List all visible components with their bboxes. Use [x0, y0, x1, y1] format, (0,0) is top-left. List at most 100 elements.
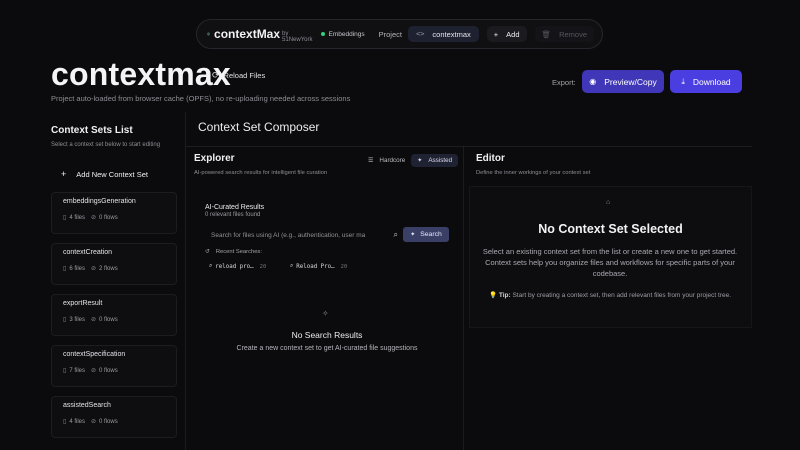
plus-icon: + — [61, 169, 67, 179]
recent-search-item[interactable]: ⌕ reload pro… 20 — [209, 263, 266, 270]
context-set-item[interactable]: exportResult ▯ 3 files ⊘ 0 flows — [51, 294, 177, 336]
flow-count: 2 flows — [99, 265, 118, 272]
editor-subtitle: Define the inner workings of your contex… — [476, 170, 591, 176]
flow-link-icon: ⊘ — [91, 215, 97, 221]
download-label: Download — [692, 76, 731, 87]
flow-link-icon: ⊘ — [91, 317, 97, 323]
remove-label: Remove — [559, 29, 587, 39]
explorer-title: Explorer — [194, 153, 235, 164]
page-subtitle: Project auto-loaded from browser cache (… — [51, 94, 351, 103]
mode-hardcore-button[interactable]: ☰ Hardcore — [362, 154, 411, 167]
context-set-meta: ▯ 7 files ⊘ 0 flows — [63, 367, 118, 375]
editor-title: Editor — [476, 153, 505, 164]
context-set-item[interactable]: contextSpecification ▯ 7 files ⊘ 0 flows — [51, 345, 177, 387]
sparkle-icon: ✦ — [417, 158, 423, 164]
code-icon: <> — [415, 30, 425, 38]
recent-count: 20 — [340, 263, 348, 270]
context-set-name: contextSpecification — [63, 351, 126, 358]
sparkle-icon: ✦ — [410, 232, 416, 238]
context-set-name: contextCreation — [63, 249, 113, 256]
lightbulb-icon: 💡 — [488, 292, 498, 299]
embeddings-status[interactable]: Embeddings — [320, 30, 365, 38]
search-button[interactable]: ✦ Search — [403, 227, 449, 242]
brand-name[interactable]: contextMax — [214, 27, 280, 41]
top-nav: contextMax by 51NewYork Embeddings Proje… — [196, 19, 603, 49]
explorer-subtitle: AI-powered search results for intelligen… — [194, 170, 328, 176]
flow-count: 0 flows — [99, 214, 118, 221]
history-icon: ↺ — [205, 249, 210, 255]
add-label: Add — [506, 29, 520, 39]
file-count: 7 files — [69, 367, 85, 374]
search-icon: ⌕ — [393, 230, 398, 239]
context-set-item[interactable]: embeddingsGeneration ▯ 4 files ⊘ 0 flows — [51, 192, 177, 234]
remove-project-button[interactable]: 🗑 Remove — [534, 26, 594, 42]
ai-search-input[interactable]: Search for files using AI (e.g., authent… — [205, 228, 398, 242]
editor-tip: 💡 Tip: Start by creating a context set, … — [479, 291, 741, 301]
recent-query: Reload Pro… — [296, 263, 335, 270]
preview-label: Preview/Copy — [604, 76, 657, 87]
mode-assisted-button[interactable]: ✦ Assisted — [411, 154, 459, 167]
mode-hardcore-label: Hardcore — [379, 157, 406, 164]
file-count: 4 files — [69, 214, 85, 221]
file-icon: ▯ — [63, 368, 67, 374]
context-set-name: embeddingsGeneration — [63, 198, 136, 205]
context-sets-title: Context Sets List — [51, 125, 133, 136]
ai-results-count: 0 relevant files found — [205, 212, 261, 218]
search-button-label: Search — [420, 231, 442, 238]
project-label: Project — [378, 29, 402, 39]
add-context-set-button[interactable]: + Add New Context Set — [51, 165, 177, 183]
context-set-item[interactable]: assistedSearch ▯ 4 files ⊘ 0 flows — [51, 396, 177, 438]
ai-results-title: AI-Curated Results — [205, 204, 265, 211]
brand-by: by 51NewYork — [282, 31, 313, 43]
context-set-item[interactable]: contextCreation ▯ 6 files ⊘ 2 flows — [51, 243, 177, 285]
context-sets-subtitle: Select a context set below to start edit… — [51, 142, 161, 148]
no-results-title: No Search Results — [291, 330, 363, 340]
refresh-icon: ⟳ — [212, 69, 220, 80]
file-icon: ▯ — [63, 266, 67, 272]
recent-search-item[interactable]: ⌕ Reload Pro… 20 — [290, 263, 347, 270]
search-placeholder: Search for files using AI (e.g., authent… — [211, 231, 366, 239]
tip-label: Tip: — [498, 292, 511, 299]
recent-label-text: Recent Searches: — [215, 249, 262, 255]
file-icon: ▯ — [63, 215, 67, 221]
reload-files-button[interactable]: ⟳ Reload Files — [212, 68, 265, 82]
context-set-name: assistedSearch — [63, 402, 111, 409]
file-count: 3 files — [69, 316, 85, 323]
download-icon: ⤓ — [681, 76, 685, 86]
download-button[interactable]: ⤓ Download — [670, 70, 742, 93]
context-set-meta: ▯ 4 files ⊘ 0 flows — [63, 418, 118, 426]
flow-link-icon: ⊘ — [91, 419, 97, 425]
composer-title: Context Set Composer — [198, 120, 320, 134]
context-set-meta: ▯ 6 files ⊘ 2 flows — [63, 265, 118, 273]
embeddings-label: Embeddings — [328, 30, 365, 38]
file-icon: ▯ — [63, 419, 67, 425]
file-icon: ▯ — [63, 317, 67, 323]
mode-toggle: ☰ Hardcore ✦ Assisted — [362, 154, 459, 167]
eye-icon: ◉ — [589, 77, 597, 86]
add-context-set-label: Add New Context Set — [76, 169, 148, 179]
export-label: Export: — [552, 78, 576, 87]
recent-count: 20 — [259, 263, 267, 270]
flow-count: 0 flows — [99, 418, 118, 425]
flow-link-icon: ⊘ — [91, 368, 97, 374]
no-set-selected-title: No Context Set Selected — [538, 222, 683, 236]
add-project-button[interactable]: + Add — [486, 26, 527, 42]
no-set-selected-desc: Select an existing context set from the … — [482, 247, 738, 278]
ai-results-box: AI-Curated Results 0 relevant files foun… — [198, 193, 458, 283]
list-icon: ☰ — [368, 158, 374, 164]
context-set-meta: ▯ 4 files ⊘ 0 flows — [63, 214, 118, 222]
project-selector[interactable]: <> contextmax — [407, 26, 479, 42]
trash-icon: 🗑 — [541, 29, 552, 39]
sparkle-icon: ✧ — [322, 309, 329, 318]
brain-logo-icon — [207, 32, 210, 36]
reload-label: Reload Files — [223, 70, 266, 80]
preview-copy-button[interactable]: ◉ Preview/Copy — [582, 70, 664, 93]
search-icon: ⌕ — [209, 263, 213, 269]
flow-count: 0 flows — [99, 367, 118, 374]
project-name: contextmax — [432, 29, 471, 39]
plus-icon: + — [493, 29, 499, 39]
status-dot-icon — [320, 32, 325, 36]
context-sets-panel: Context Sets List Select a context set b… — [43, 112, 185, 450]
mode-assisted-label: Assisted — [428, 157, 453, 164]
flow-count: 0 flows — [99, 316, 118, 323]
